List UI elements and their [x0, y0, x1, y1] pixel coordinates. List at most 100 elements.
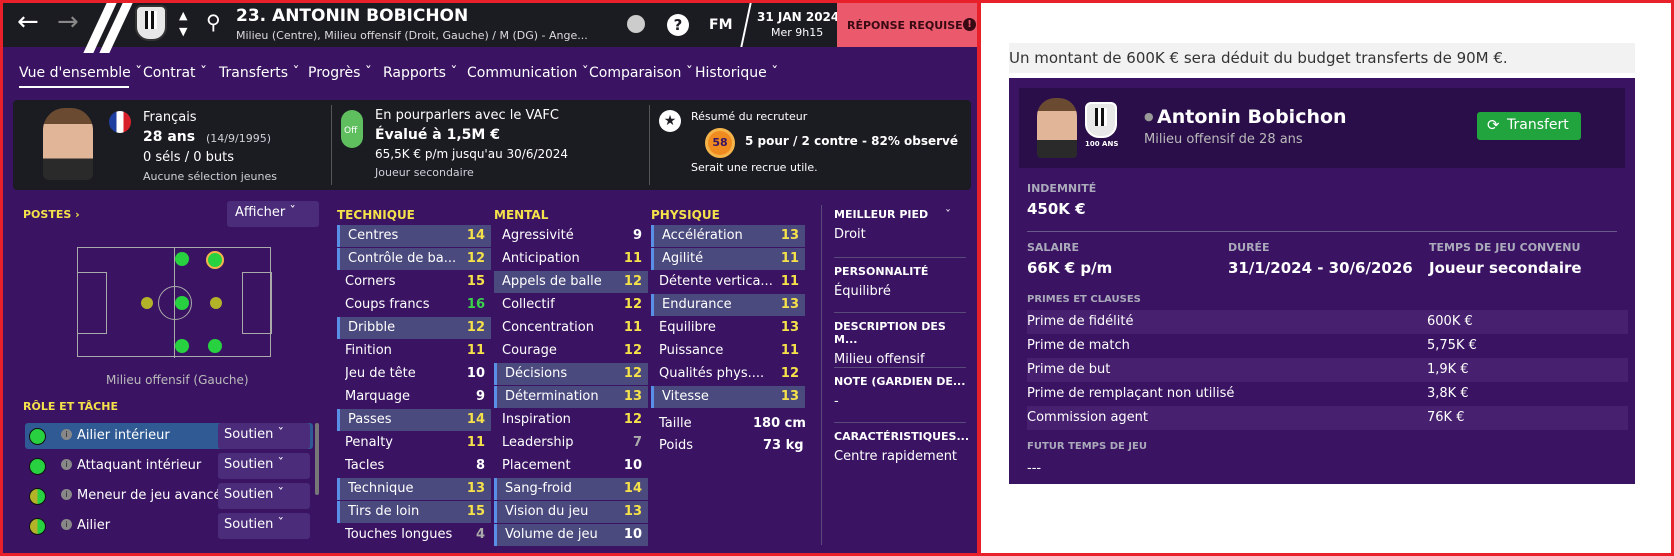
fee-label: INDEMNITÉ — [1027, 182, 1097, 195]
weight-label: Poids — [659, 438, 693, 453]
tab-transfers[interactable]: Transferts ˇ — [219, 65, 300, 81]
search-icon[interactable]: ⚲ — [206, 10, 221, 34]
club-crest-icon[interactable] — [135, 5, 167, 41]
attribute-value: 15 — [466, 504, 485, 519]
attribute-value: 10 — [623, 527, 642, 542]
role-name: Ailier intérieur — [77, 428, 170, 443]
attribute-value: 14 — [466, 412, 485, 427]
attribute-row: Accélération 13 — [651, 225, 805, 247]
bonus-value: 3,8K € — [1427, 386, 1469, 401]
attribute-row: Finition 11 — [337, 340, 491, 362]
attribute-value: 12 — [623, 343, 642, 358]
up-chevron-icon[interactable]: ▲ — [179, 9, 187, 22]
attribute-name: Tacles — [345, 458, 385, 473]
duration-label: DURÉE — [1228, 241, 1270, 254]
info-icon[interactable]: i — [61, 519, 72, 530]
fm-button[interactable]: FM — [709, 17, 733, 33]
divider — [649, 105, 650, 185]
attribute-value: 14 — [466, 228, 485, 243]
tab-reports[interactable]: Rapports ˇ — [383, 65, 457, 81]
chevron-down-icon[interactable]: ˇ — [945, 208, 951, 222]
bonus-name: Prime de remplaçant non utilisé — [1027, 386, 1235, 401]
player-profile-panel: ← → ▲ ▼ ⚲ 23. ANTONIN BOBICHON Milieu (C… — [0, 0, 981, 556]
attribute-row: Placement 10 — [494, 455, 648, 477]
attribute-name: Appels de balle — [502, 274, 602, 289]
tab-progress[interactable]: Progrès ˇ — [308, 65, 372, 81]
duty-dropdown[interactable]: Soutien ˇ — [218, 453, 310, 479]
tab-communication[interactable]: Communication ˇ — [467, 65, 589, 81]
attribute-name: Vitesse — [662, 389, 709, 404]
help-icon[interactable]: ? — [667, 14, 689, 36]
role-row[interactable]: i Ailier intérieur Soutien ˇ — [25, 423, 313, 449]
attribute-row: Contrôle de ba... 12 — [337, 248, 491, 270]
info-icon[interactable]: i — [61, 459, 72, 470]
attribute-row: Tirs de loin 15 — [337, 501, 491, 523]
attribute-row: Appels de balle 12 — [494, 271, 648, 293]
attribute-name: Jeu de tête — [345, 366, 416, 381]
bonus-name: Prime de fidélité — [1027, 314, 1134, 329]
forward-arrow-icon[interactable]: → — [57, 7, 79, 37]
side-traits: CARACTÉRISTIQUES... Centre rapidement — [834, 423, 969, 478]
info-icon[interactable]: i — [61, 489, 72, 500]
duty-dropdown[interactable]: Soutien ˇ — [218, 483, 310, 509]
attribute-name: Détente vertica... — [659, 274, 773, 289]
top-bar: ← → ▲ ▼ ⚲ 23. ANTONIN BOBICHON Milieu (C… — [3, 3, 977, 53]
positions-title[interactable]: POSTES › — [23, 208, 80, 221]
show-dropdown[interactable]: Afficher ˇ — [227, 201, 319, 227]
position-dot-ml — [175, 252, 189, 266]
ball-icon[interactable] — [627, 15, 645, 33]
bonus-name: Commission agent — [1027, 410, 1149, 425]
role-row[interactable]: i Attaquant intérieur Soutien ˇ — [25, 453, 313, 479]
attribute-value: 11 — [780, 251, 799, 266]
attribute-name: Détermination — [505, 389, 599, 404]
show-label: Afficher — [235, 205, 286, 220]
back-arrow-icon[interactable]: ← — [17, 7, 39, 37]
attribute-row: Vitesse 13 — [651, 386, 805, 408]
attribute-name: Corners — [345, 274, 396, 289]
side-value: Centre rapidement — [834, 449, 958, 464]
attribute-value: 7 — [632, 435, 642, 450]
down-chevron-icon[interactable]: ▼ — [179, 25, 187, 38]
attribute-value: 16 — [466, 297, 485, 312]
time-label: Mer 9h15 — [771, 26, 824, 39]
squad-role: Joueur secondaire — [375, 166, 474, 179]
caps: 0 séls / 0 buts — [143, 150, 234, 165]
attribute-value: 9 — [632, 228, 642, 243]
role-rating-icon — [29, 518, 46, 535]
physique-title: PHYSIQUE — [651, 208, 720, 222]
bonus-value: 5,75K € — [1427, 338, 1477, 353]
duty-dropdown[interactable]: Soutien ˇ — [218, 513, 310, 539]
info-icon[interactable]: i — [61, 429, 72, 440]
side-heading: NOTE (GARDIEN DE... — [834, 375, 966, 388]
attribute-value: 11 — [623, 320, 642, 335]
bonuses-label: PRIMES ET CLAUSES — [1027, 294, 1141, 305]
attribute-value: 13 — [780, 320, 799, 335]
attribute-name: Penalty — [345, 435, 393, 450]
attribute-value: 10 — [466, 366, 485, 381]
tab-overview[interactable]: Vue d'ensemble ˇ — [19, 65, 142, 81]
tab-history[interactable]: Historique ˇ — [695, 65, 778, 81]
transfer-button[interactable]: ⟳ Transfert — [1477, 112, 1581, 140]
tab-contract[interactable]: Contrat ˇ — [143, 65, 207, 81]
tab-label: Progrès — [308, 65, 361, 81]
position-dot-amr — [208, 339, 222, 353]
tab-label: Rapports — [383, 65, 446, 81]
position-dot-dm — [141, 297, 153, 309]
role-row[interactable]: i Meneur de jeu avancé Soutien ˇ — [25, 483, 313, 509]
attribute-value: 8 — [475, 458, 485, 473]
salary-value: 66K € p/m — [1027, 259, 1113, 277]
technique-title: TECHNIQUE — [337, 208, 415, 222]
height-value: 180 cm — [753, 416, 806, 431]
duty-dropdown[interactable]: Soutien ˇ — [218, 423, 310, 449]
duty-label: Soutien — [224, 487, 274, 502]
attribute-name: Puissance — [659, 343, 724, 358]
roles-scrollbar[interactable] — [315, 423, 319, 495]
divider — [821, 205, 822, 545]
attribute-name: Coups francs — [345, 297, 430, 312]
duration-value: 31/1/2024 - 30/6/2026 — [1228, 259, 1413, 277]
role-row[interactable]: i Ailier Soutien ˇ — [25, 513, 313, 539]
tab-comparison[interactable]: Comparaison ˇ — [589, 65, 693, 81]
player-subtitle: Milieu (Centre), Milieu offensif (Droit,… — [236, 29, 588, 42]
role-name: Attaquant intérieur — [77, 458, 202, 473]
role-rating-icon — [29, 488, 46, 505]
